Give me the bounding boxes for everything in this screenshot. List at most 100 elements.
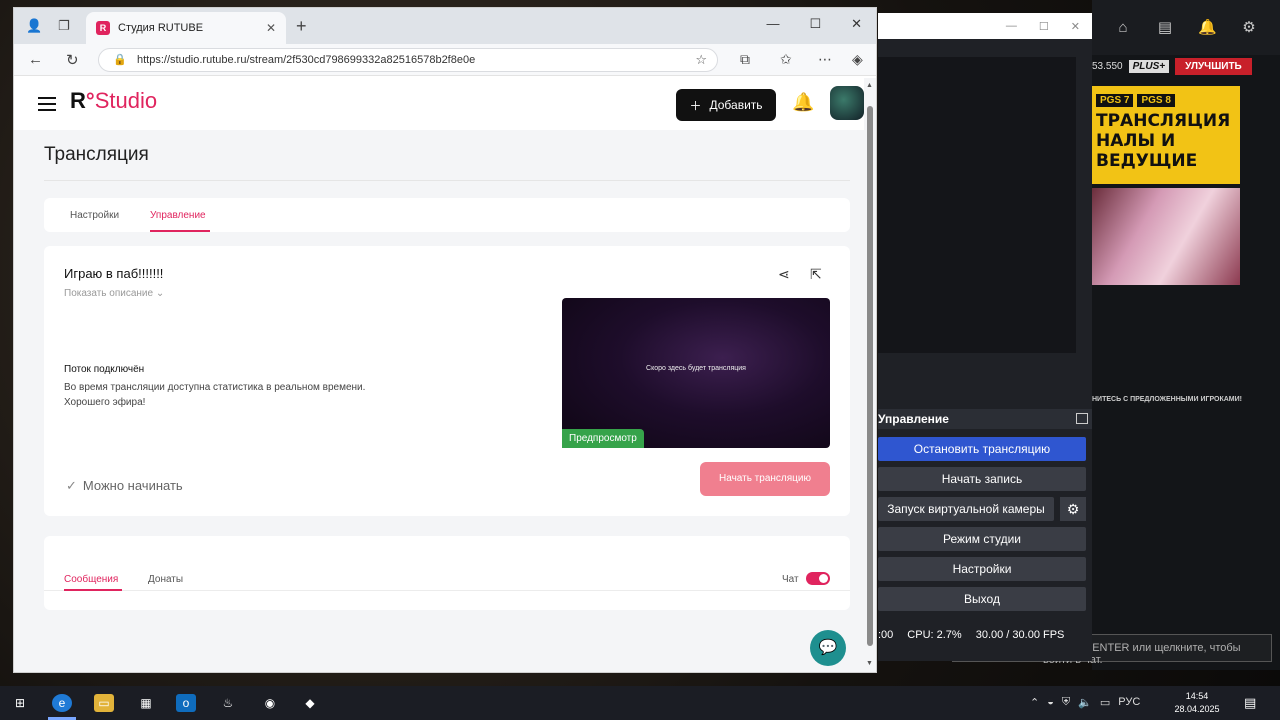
close-icon[interactable]: ✕ (1071, 20, 1080, 33)
notifications-bell-icon[interactable]: 🔔 (792, 92, 814, 113)
avatar[interactable] (830, 86, 864, 120)
scroll-up-icon[interactable]: ▲ (866, 82, 873, 89)
divider (44, 180, 850, 181)
stop-stream-button[interactable]: Остановить трансляцию (878, 437, 1086, 461)
virtual-camera-gear-icon[interactable]: ⚙ (1060, 497, 1086, 521)
obs-settings-button[interactable]: Настройки (878, 557, 1086, 581)
game-side-panel: ⌂ ▤ 🔔 ⚙ 53.550 PLUS+ УЛУЧШИТЬ PGS 7 PGS … (952, 0, 1280, 670)
promo-banner[interactable]: PGS 7 PGS 8 ТРАНСЛЯЦИЯ НАЛЫ И ВЕДУЩИЕ (1092, 86, 1240, 184)
url-text: https://studio.rutube.ru/stream/2f530cd7… (137, 54, 476, 66)
rutube-studio-logo[interactable]: R°Studio (70, 88, 157, 114)
preview-badge: Предпросмотр (562, 429, 644, 448)
maximize-icon[interactable]: ☐ (1039, 20, 1049, 33)
tab-donations[interactable]: Донаты (148, 574, 183, 585)
share-icon[interactable]: ⋖ (778, 266, 790, 283)
outlook-icon[interactable]: o (176, 694, 196, 712)
close-tab-icon[interactable]: ✕ (266, 21, 276, 35)
steam-icon[interactable]: ♨ (218, 694, 238, 712)
stream-status-heading: Поток подключён (64, 364, 145, 375)
edge-icon[interactable]: e (52, 694, 72, 712)
page-content: R°Studio ＋ Добавить 🔔 Трансляция Настрой… (14, 78, 866, 672)
clock-date: 28.04.2025 (1174, 704, 1220, 714)
check-icon: ✓ (66, 478, 77, 493)
browser-window: 👤 ❐ R Студия RUTUBE ✕ + — ☐ ✕ ← ↻ 🔒 http… (13, 7, 877, 673)
more-icon[interactable]: ⋯ (818, 51, 832, 68)
scroll-down-icon[interactable]: ▼ (866, 660, 873, 667)
browser-tab[interactable]: R Студия RUTUBE ✕ (86, 12, 286, 44)
back-icon[interactable]: ← (28, 51, 43, 68)
obs-titlebar: — ☐ ✕ (878, 13, 1092, 39)
obs-statusbar: :00 CPU: 2.7% 30.00 / 30.00 FPS (878, 625, 1092, 645)
extensions-icon[interactable]: ⧉ (740, 51, 750, 68)
start-stream-button[interactable]: Начать трансляцию (700, 462, 830, 496)
copilot-icon[interactable]: ◈ (852, 51, 863, 68)
store-icon[interactable]: ▦ (136, 694, 156, 712)
promo-image[interactable] (1092, 188, 1240, 285)
security-icon[interactable]: ⛨ (1062, 696, 1070, 709)
ready-label: Можно начинать (82, 478, 183, 493)
tab-messages[interactable]: Сообщения (64, 574, 118, 585)
obs-exit-button[interactable]: Выход (878, 587, 1086, 611)
tab-actions-icon[interactable]: ❐ (58, 18, 70, 34)
reload-icon[interactable]: ↻ (66, 51, 79, 69)
page-title: Трансляция (44, 144, 149, 165)
windows-start-icon[interactable]: ⊞ (10, 694, 30, 712)
favorite-star-icon[interactable]: ☆ (695, 52, 707, 68)
chat-toggle-label: Чат (782, 574, 799, 585)
chat-toggle[interactable] (806, 572, 830, 585)
chat-card: Сообщения Донаты Чат (44, 536, 850, 610)
studio-mode-button[interactable]: Режим студии (878, 527, 1086, 551)
preview-placeholder-text: Скоро здесь будет трансляция (646, 365, 746, 372)
menu-icon[interactable] (38, 97, 56, 115)
divider (44, 590, 850, 591)
clock[interactable]: 14:54 28.04.2025 (1172, 690, 1222, 716)
obs-preview (878, 57, 1076, 353)
upgrade-button[interactable]: УЛУЧШИТЬ (1175, 57, 1252, 75)
stream-preview[interactable]: Скоро здесь будет трансляция Предпросмот… (562, 298, 830, 448)
close-icon[interactable]: ✕ (851, 16, 862, 32)
show-description-toggle[interactable]: Показать описание ⌄ (64, 288, 164, 299)
start-recording-button[interactable]: Начать запись (878, 467, 1086, 491)
active-tab-indicator (150, 230, 210, 232)
balance-row: 53.550 PLUS+ УЛУЧШИТЬ (1092, 57, 1280, 75)
lock-icon[interactable]: 🔒 (113, 53, 127, 66)
virtual-camera-button[interactable]: Запуск виртуальной камеры (878, 497, 1054, 521)
tab-settings[interactable]: Настройки (70, 210, 119, 221)
new-tab-icon[interactable]: + (296, 16, 307, 37)
fps-readout: 30.00 / 30.00 FPS (975, 629, 1065, 641)
url-input[interactable]: 🔒 https://studio.rutube.ru/stream/2f530c… (98, 48, 718, 72)
battery-icon[interactable]: ▭ (1100, 696, 1110, 709)
dock-icon[interactable] (1076, 413, 1088, 424)
support-chat-icon[interactable]: 💬 (810, 630, 846, 666)
file-explorer-icon[interactable]: ▭ (94, 694, 114, 712)
volume-icon[interactable]: 🔈 (1078, 696, 1092, 709)
tray-chevron-icon[interactable]: ⌃ (1030, 696, 1039, 709)
balance-value: 53.550 (1092, 60, 1123, 72)
game-icon[interactable]: ◆ (300, 694, 320, 712)
external-link-icon[interactable]: ⇱ (810, 266, 822, 283)
gear-icon[interactable]: ⚙ (1240, 19, 1258, 37)
minimize-icon[interactable]: — (1006, 20, 1017, 32)
add-button[interactable]: ＋ Добавить (676, 89, 776, 121)
add-button-label: Добавить (709, 98, 763, 112)
logo-r: R (70, 88, 86, 113)
scrollbar[interactable]: ▲ ▼ (864, 78, 876, 672)
minimize-icon[interactable]: — (766, 16, 779, 32)
obs-icon[interactable]: ◉ (260, 694, 280, 712)
language-indicator[interactable]: РУС (1118, 696, 1140, 709)
network-icon[interactable]: ◒ (1047, 696, 1054, 709)
maximize-icon[interactable]: ☐ (809, 16, 821, 32)
tab-management[interactable]: Управление (150, 210, 206, 221)
scrollbar-thumb[interactable] (867, 106, 873, 646)
stream-tabs: Настройки Управление (44, 198, 850, 232)
notifications-icon[interactable]: ▤ (1244, 695, 1256, 711)
favorites-icon[interactable]: ✩ (780, 51, 792, 68)
stream-title: Играю в паб!!!!!!! (64, 266, 164, 281)
clock-time: 14:54 (1185, 691, 1209, 701)
bell-icon[interactable]: 🔔 (1198, 19, 1217, 37)
profile-icon[interactable]: 👤 (26, 18, 42, 34)
window-controls: — ☐ ✕ (766, 16, 862, 32)
shop-icon[interactable]: ⌂ (1114, 19, 1132, 37)
inventory-icon[interactable]: ▤ (1156, 19, 1174, 37)
plus-icon: ＋ (689, 98, 702, 113)
